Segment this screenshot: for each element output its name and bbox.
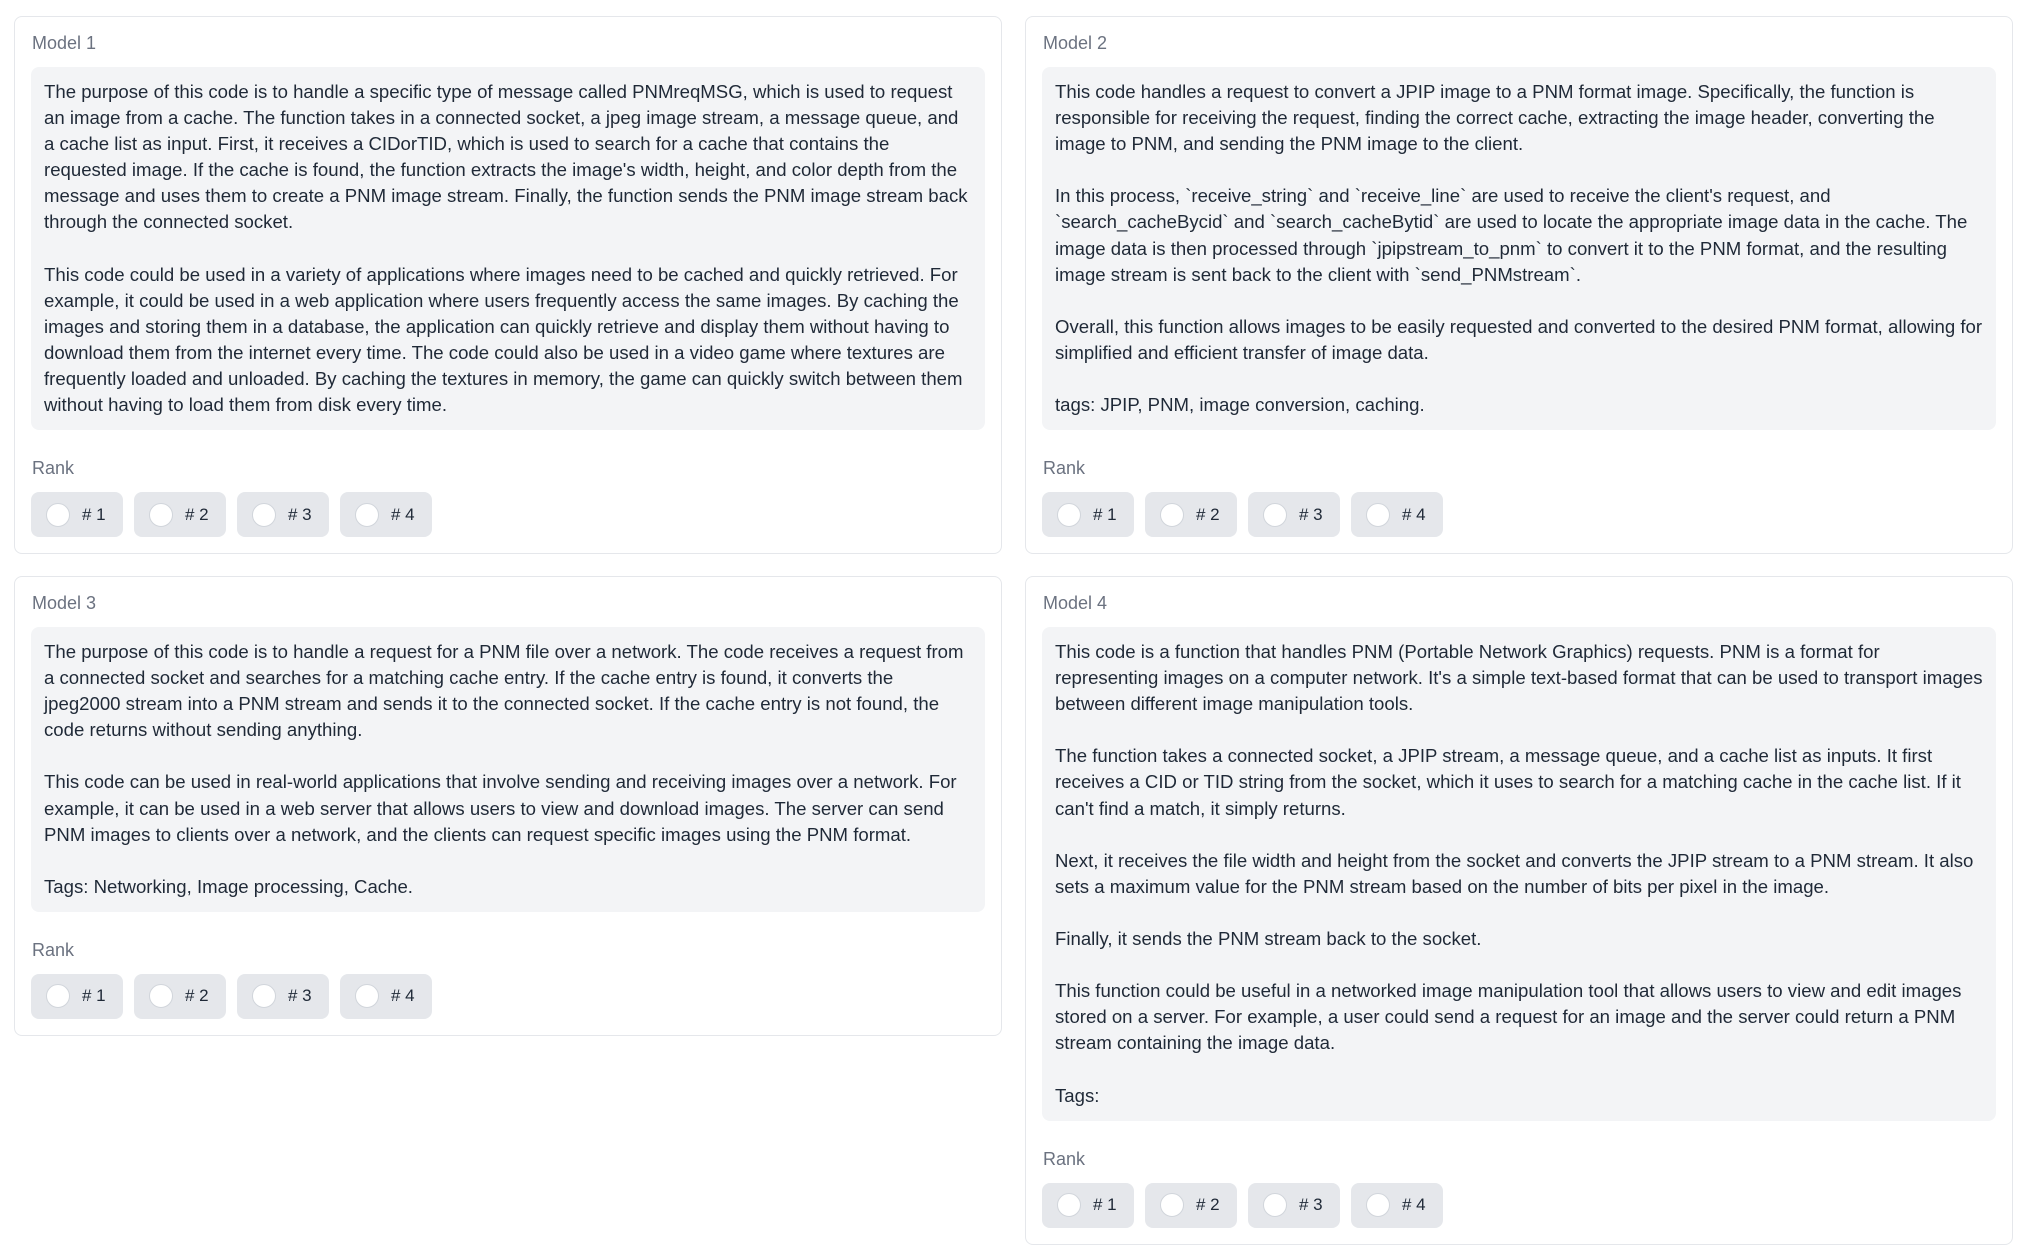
rank-option-4[interactable]: # 4: [1351, 1182, 1443, 1228]
radio-circle-icon[interactable]: [355, 502, 379, 527]
rank-option-label: # 4: [391, 986, 415, 1006]
rank-option-2[interactable]: # 2: [1145, 1182, 1237, 1228]
response-paragraph: The function takes a connected socket, a…: [1055, 745, 1961, 819]
rank-option-label: # 2: [1196, 1195, 1220, 1215]
model-4-card: Model 4 This code is a function that han…: [1025, 576, 2013, 1245]
response-paragraph: This code is a function that handles PNM…: [1055, 641, 1983, 715]
rank-radio-group: # 1 # 2 # 3 # 4: [1042, 1182, 1996, 1228]
rank-radio-group: # 1 # 2 # 3 # 4: [1042, 492, 1996, 538]
response-paragraph: Next, it receives the file width and hei…: [1055, 849, 1974, 897]
rank-option-2[interactable]: # 2: [1145, 492, 1237, 538]
radio-circle-icon[interactable]: [1366, 1193, 1390, 1218]
rank-option-1[interactable]: # 1: [31, 492, 123, 538]
rank-option-label: # 1: [82, 504, 106, 524]
rank-option-4[interactable]: # 4: [340, 973, 432, 1019]
model-response: This code is a function that handles PNM…: [1042, 627, 1996, 1121]
response-paragraph: tags: JPIP, PNM, image conversion, cachi…: [1055, 394, 1425, 416]
rank-option-2[interactable]: # 2: [134, 973, 226, 1019]
rank-option-3[interactable]: # 3: [237, 492, 329, 538]
rank-option-2[interactable]: # 2: [134, 492, 226, 538]
model-label: Model 4: [1043, 593, 1108, 613]
rank-radio-group: # 1 # 2 # 3 # 4: [31, 492, 985, 538]
response-paragraph: Finally, it sends the PNM stream back to…: [1055, 928, 1482, 950]
rank-option-3[interactable]: # 3: [1248, 1182, 1340, 1228]
rank-option-4[interactable]: # 4: [1351, 492, 1443, 538]
response-paragraph: Tags: Networking, Image processing, Cach…: [44, 875, 413, 897]
rank-option-label: # 3: [288, 986, 312, 1006]
radio-circle-icon[interactable]: [149, 984, 173, 1009]
rank-option-1[interactable]: # 1: [1042, 492, 1134, 538]
radio-circle-icon[interactable]: [252, 502, 276, 527]
rank-option-label: # 1: [1093, 1195, 1117, 1215]
radio-circle-icon[interactable]: [1263, 502, 1287, 527]
radio-circle-icon[interactable]: [355, 984, 379, 1009]
response-paragraph: Tags:: [1055, 1084, 1100, 1106]
radio-circle-icon[interactable]: [1160, 502, 1184, 527]
rank-label: Rank: [1043, 1148, 1086, 1169]
rank-option-4[interactable]: # 4: [340, 492, 432, 538]
rank-option-1[interactable]: # 1: [31, 973, 123, 1019]
response-paragraph: This code handles a request to convert a…: [1055, 81, 1935, 155]
radio-circle-icon[interactable]: [252, 984, 276, 1009]
rank-option-label: # 4: [391, 504, 415, 524]
model-3-card: Model 3 The purpose of this code is to h…: [14, 576, 1002, 1036]
model-1-card: Model 1 The purpose of this code is to h…: [14, 16, 1002, 555]
model-label: Model 2: [1043, 33, 1108, 53]
response-paragraph: In this process, `receive_string` and `r…: [1055, 185, 1968, 285]
radio-circle-icon[interactable]: [1160, 1193, 1184, 1218]
rank-option-label: # 2: [1196, 504, 1220, 524]
rank-option-label: # 3: [288, 504, 312, 524]
rank-option-3[interactable]: # 3: [237, 973, 329, 1019]
model-response: The purpose of this code is to handle a …: [31, 67, 985, 431]
model-response: This code handles a request to convert a…: [1042, 67, 1996, 431]
radio-circle-icon[interactable]: [1057, 1193, 1081, 1218]
rank-option-label: # 3: [1299, 504, 1323, 524]
rank-option-3[interactable]: # 3: [1248, 492, 1340, 538]
rank-option-label: # 1: [1093, 504, 1117, 524]
rank-option-label: # 2: [185, 986, 209, 1006]
model-2-card: Model 2 This code handles a request to c…: [1025, 16, 2013, 555]
rank-option-label: # 1: [82, 986, 106, 1006]
rank-radio-group: # 1 # 2 # 3 # 4: [31, 973, 985, 1019]
model-label: Model 3: [32, 593, 97, 613]
rank-option-label: # 2: [185, 504, 209, 524]
rank-option-label: # 4: [1402, 1195, 1426, 1215]
radio-circle-icon[interactable]: [46, 984, 70, 1009]
radio-circle-icon[interactable]: [1057, 502, 1081, 527]
model-label: Model 1: [32, 33, 97, 53]
response-paragraph: Overall, this function allows images to …: [1055, 315, 1983, 363]
rank-option-label: # 4: [1402, 504, 1426, 524]
response-paragraph: This function could be useful in a netwo…: [1055, 980, 1962, 1054]
radio-circle-icon[interactable]: [1366, 502, 1390, 527]
model-response: The purpose of this code is to handle a …: [31, 627, 985, 912]
rank-label: Rank: [32, 458, 75, 479]
rank-option-label: # 3: [1299, 1195, 1323, 1215]
radio-circle-icon[interactable]: [1263, 1193, 1287, 1218]
rank-label: Rank: [32, 939, 75, 960]
response-paragraph: This code could be used in a variety of …: [44, 263, 963, 416]
rank-option-1[interactable]: # 1: [1042, 1182, 1134, 1228]
response-paragraph: The purpose of this code is to handle a …: [44, 81, 968, 233]
rank-label: Rank: [1043, 458, 1086, 479]
radio-circle-icon[interactable]: [149, 502, 173, 527]
radio-circle-icon[interactable]: [46, 502, 70, 527]
response-paragraph: The purpose of this code is to handle a …: [44, 641, 964, 741]
response-paragraph: This code can be used in real-world appl…: [44, 771, 957, 845]
